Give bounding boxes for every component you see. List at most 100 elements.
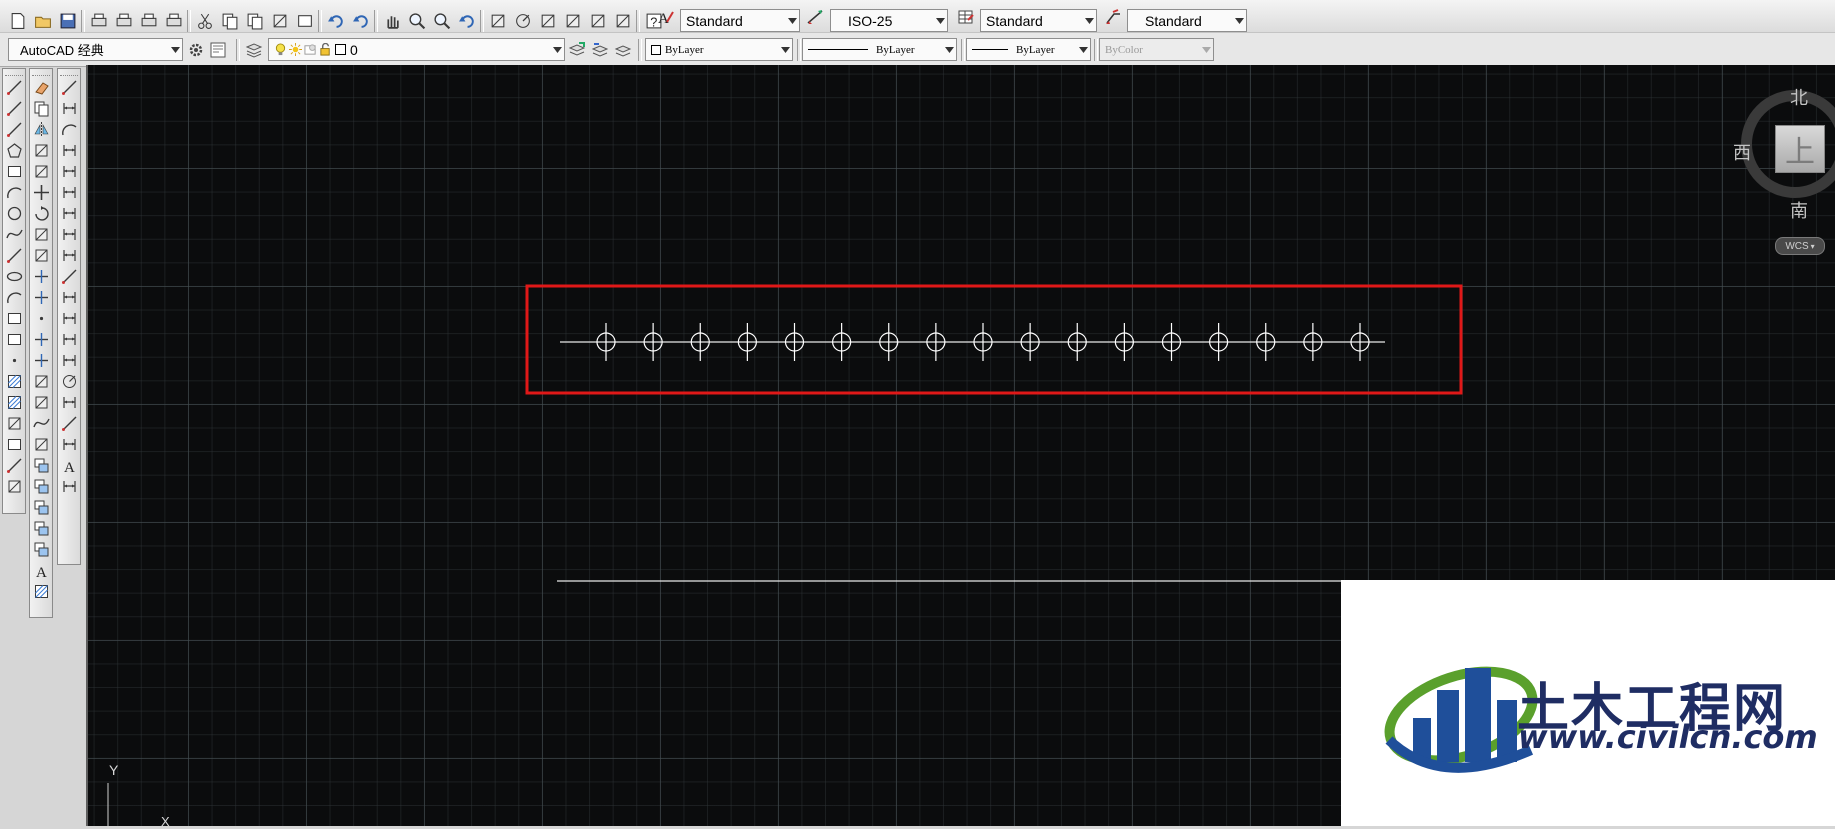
new-icon[interactable]	[7, 10, 28, 31]
tolerance-icon[interactable]	[58, 350, 80, 371]
point-icon[interactable]	[3, 350, 25, 371]
join-icon[interactable]	[30, 350, 52, 371]
scale-icon[interactable]	[30, 224, 52, 245]
ellipse-icon[interactable]	[3, 266, 25, 287]
hatch-back-icon[interactable]	[30, 581, 52, 602]
quickcalc-icon[interactable]	[612, 10, 633, 31]
offset-icon[interactable]	[30, 140, 52, 161]
text-style-combo[interactable]: Standard	[680, 9, 800, 32]
chamfer-icon[interactable]	[30, 371, 52, 392]
bring-front-icon[interactable]	[30, 476, 52, 497]
paste-icon[interactable]	[244, 10, 265, 31]
make-current-layer-icon[interactable]	[566, 39, 587, 60]
dim-break-icon[interactable]	[58, 329, 80, 350]
viewcube-north[interactable]: 北	[1790, 84, 1808, 110]
diameter-dim-icon[interactable]	[58, 203, 80, 224]
erase-icon[interactable]	[30, 77, 52, 98]
viewport-freeze-icon[interactable]	[304, 43, 317, 56]
ucs-menu-button[interactable]: WCS ▾	[1775, 237, 1825, 255]
save-icon[interactable]	[57, 10, 78, 31]
rotate-icon[interactable]	[30, 203, 52, 224]
chevron-down-icon[interactable]	[786, 10, 799, 31]
layer-properties-icon[interactable]	[243, 39, 264, 60]
workspace-customize-icon[interactable]	[207, 39, 228, 60]
revision-cloud-icon[interactable]	[3, 224, 25, 245]
extend-icon[interactable]	[30, 287, 52, 308]
region-icon[interactable]	[3, 413, 25, 434]
break-icon[interactable]	[30, 329, 52, 350]
dim-style-combo[interactable]: ISO-25	[830, 9, 948, 32]
bring-above-icon[interactable]	[30, 518, 52, 539]
toolbar-grip[interactable]	[60, 70, 78, 76]
publish-icon[interactable]	[138, 10, 159, 31]
layer-state-icon[interactable]	[612, 39, 633, 60]
copy-object-icon[interactable]	[30, 98, 52, 119]
layer-combo[interactable]: 0	[268, 38, 565, 61]
chevron-down-icon[interactable]	[1077, 39, 1090, 60]
circle-icon[interactable]	[3, 203, 25, 224]
ellipse-arc-icon[interactable]	[3, 287, 25, 308]
break-at-point-icon[interactable]	[30, 308, 52, 329]
draw-order-icon[interactable]	[30, 455, 52, 476]
quick-dim-icon[interactable]	[58, 245, 80, 266]
rectangle-icon[interactable]	[3, 161, 25, 182]
plot-preview-icon[interactable]	[113, 10, 134, 31]
linetype-combo[interactable]: ByLayer	[802, 38, 957, 61]
mleader-style-icon[interactable]	[1102, 6, 1123, 27]
send-back-icon[interactable]	[30, 497, 52, 518]
match-properties-icon[interactable]	[269, 10, 290, 31]
jogged-linear-icon[interactable]	[58, 413, 80, 434]
chevron-down-icon[interactable]	[779, 39, 792, 60]
toolbar-grip[interactable]	[5, 70, 23, 76]
plot-icon[interactable]	[88, 10, 109, 31]
explode-icon[interactable]	[30, 434, 52, 455]
baseline-dim-icon[interactable]	[58, 266, 80, 287]
zoom-window-icon[interactable]	[431, 10, 452, 31]
sheet-set-icon[interactable]	[562, 10, 583, 31]
tool-palettes-icon[interactable]	[537, 10, 558, 31]
chevron-down-icon[interactable]	[551, 39, 564, 60]
multiline-text-icon[interactable]	[3, 455, 25, 476]
stretch-icon[interactable]	[30, 245, 52, 266]
jogged-dim-icon[interactable]	[58, 182, 80, 203]
viewcube-west[interactable]: 西	[1733, 139, 1751, 165]
chevron-down-icon[interactable]	[1233, 10, 1246, 31]
viewcube-top-face[interactable]: 上	[1775, 125, 1825, 173]
inspection-icon[interactable]	[58, 392, 80, 413]
center-mark-icon[interactable]	[58, 371, 80, 392]
trim-icon[interactable]	[30, 266, 52, 287]
dim-update-icon[interactable]	[58, 476, 80, 497]
array-icon[interactable]	[30, 161, 52, 182]
design-center-icon[interactable]	[512, 10, 533, 31]
arc-icon[interactable]	[3, 182, 25, 203]
open-icon[interactable]	[32, 10, 53, 31]
continue-dim-icon[interactable]	[58, 287, 80, 308]
aligned-dim-icon[interactable]	[58, 98, 80, 119]
mleader-style-combo[interactable]: Standard	[1127, 9, 1247, 32]
polygon-icon[interactable]	[3, 140, 25, 161]
undo-icon[interactable]	[325, 10, 346, 31]
workspace-settings-icon[interactable]	[185, 39, 206, 60]
table-style-combo[interactable]: Standard	[980, 9, 1097, 32]
make-block-icon[interactable]	[3, 329, 25, 350]
send-under-icon[interactable]	[30, 539, 52, 560]
insert-block-icon[interactable]	[3, 308, 25, 329]
properties-icon[interactable]	[487, 10, 508, 31]
lineweight-combo[interactable]: ByLayer	[966, 38, 1091, 61]
dim-space-icon[interactable]	[58, 308, 80, 329]
chevron-down-icon[interactable]	[934, 10, 947, 31]
pan-icon[interactable]	[381, 10, 402, 31]
viewcube-south[interactable]: 南	[1790, 197, 1808, 223]
3d-print-icon[interactable]	[163, 10, 184, 31]
table-icon[interactable]	[3, 434, 25, 455]
block-editor-icon[interactable]	[294, 10, 315, 31]
copy-icon[interactable]	[219, 10, 240, 31]
chevron-down-icon[interactable]	[169, 39, 182, 60]
dim-text-edit-icon[interactable]: A	[58, 455, 80, 476]
spline-icon[interactable]	[3, 245, 25, 266]
layer-previous-icon[interactable]	[589, 39, 610, 60]
zoom-previous-icon[interactable]	[456, 10, 477, 31]
markup-icon[interactable]	[587, 10, 608, 31]
radius-dim-icon[interactable]	[58, 161, 80, 182]
hatch-icon[interactable]	[3, 371, 25, 392]
